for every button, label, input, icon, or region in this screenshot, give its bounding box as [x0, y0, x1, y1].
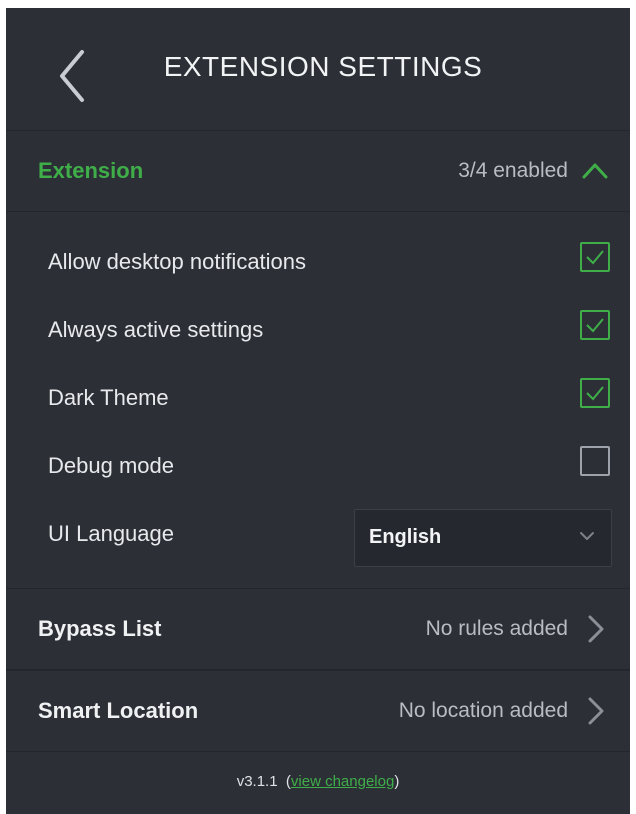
close-paren: ) [394, 773, 400, 790]
chevron-right-icon [588, 697, 604, 725]
setting-row-ui-language: UI Language English [6, 504, 630, 567]
checkmark-icon [586, 318, 604, 333]
setting-label: Allow desktop notifications [48, 249, 307, 274]
section-bypass-title: Bypass List [38, 616, 162, 641]
settings-panel: EXTENSION SETTINGS Extension 3/4 enabled… [6, 8, 630, 814]
chevron-up-icon[interactable] [582, 157, 608, 185]
section-smart-location-title: Smart Location [38, 698, 199, 723]
setting-row-desktop-notifications: Allow desktop notifications [6, 232, 630, 292]
setting-label: Dark Theme [48, 385, 169, 410]
setting-row-dark-theme: Dark Theme [6, 368, 630, 428]
setting-label: Debug mode [48, 453, 174, 478]
section-extension-summary: 3/4 enabled [458, 159, 568, 182]
section-bypass-summary: No rules added [425, 617, 568, 640]
version-text: v3.1.1 [236, 773, 278, 790]
setting-row-always-active: Always active settings [6, 300, 630, 360]
debug-mode-checkbox[interactable] [580, 446, 610, 476]
view-changelog-link[interactable]: view changelog [291, 773, 394, 790]
dark-theme-checkbox[interactable] [580, 378, 610, 408]
chevron-down-icon [580, 532, 594, 540]
checkmark-icon [586, 386, 604, 401]
always-active-checkbox[interactable] [580, 310, 610, 340]
chevron-right-icon [588, 615, 604, 643]
setting-label: Always active settings [48, 317, 264, 342]
section-extension-body: Allow desktop notifications Always activ… [6, 212, 630, 588]
section-extension-title: Extension [38, 158, 144, 183]
section-bypass-list[interactable]: Bypass List No rules added [6, 588, 630, 670]
header: EXTENSION SETTINGS [6, 8, 630, 130]
ui-language-select[interactable]: English [354, 509, 612, 567]
section-extension-header[interactable]: Extension 3/4 enabled [6, 130, 630, 212]
footer: v3.1.1 (view changelog) [6, 752, 630, 812]
section-smart-location[interactable]: Smart Location No location added [6, 670, 630, 752]
checkmark-icon [586, 250, 604, 265]
desktop-notifications-checkbox[interactable] [580, 242, 610, 272]
page-title: EXTENSION SETTINGS [163, 51, 483, 82]
ui-language-value: English [369, 526, 442, 548]
setting-row-debug-mode: Debug mode [6, 436, 630, 496]
ui-language-label: UI Language [48, 521, 174, 546]
section-smart-location-summary: No location added [398, 699, 568, 722]
